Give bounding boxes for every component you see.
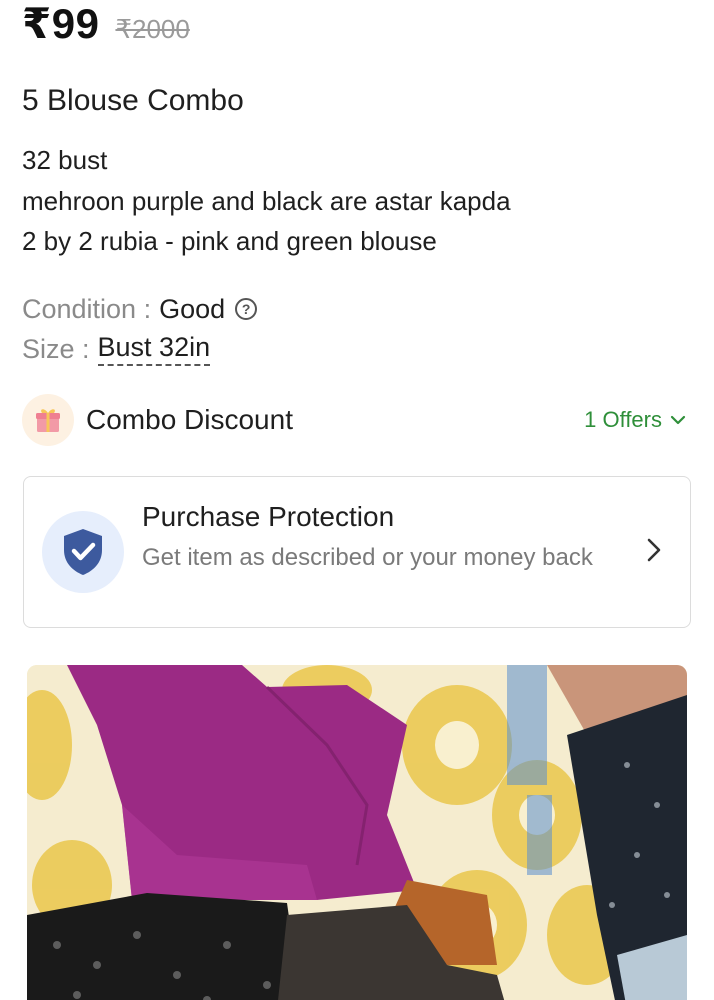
product-photo[interactable] <box>27 665 687 1000</box>
current-price: ₹99 <box>22 0 100 47</box>
description-line: 32 bust <box>22 145 108 175</box>
condition-row: Condition : Good ? <box>22 291 258 327</box>
condition-label: Condition : <box>22 294 152 324</box>
original-price: ₹2000 <box>115 14 190 44</box>
product-image <box>27 665 687 1000</box>
combo-discount-row[interactable]: Combo Discount 1 Offers <box>22 393 692 447</box>
protection-subtitle: Get item as described or your money back <box>142 544 593 571</box>
description-line: mehroon purple and black are astar kapda <box>22 185 511 216</box>
size-row: Size : Bust 32in <box>22 331 211 367</box>
help-icon[interactable]: ? <box>235 298 258 320</box>
offers-toggle[interactable]: 1 Offers <box>584 407 686 433</box>
condition-value: Good <box>159 294 226 324</box>
purchase-protection-card[interactable]: Purchase Protection Get item as describe… <box>23 476 691 628</box>
gift-icon <box>22 394 74 446</box>
size-value-link[interactable]: Bust 32in <box>97 332 211 366</box>
chevron-down-icon <box>670 415 686 425</box>
product-title: 5 Blouse Combo <box>22 84 244 117</box>
protection-title: Purchase Protection <box>142 501 395 532</box>
chevron-right-icon <box>647 538 661 562</box>
price-row: ₹99 ₹2000 <box>22 0 190 50</box>
shield-check-icon <box>42 511 124 593</box>
combo-discount-label: Combo Discount <box>86 404 293 435</box>
offers-label: 1 Offers <box>584 407 662 432</box>
size-label: Size : <box>22 334 90 364</box>
product-description: 32 bust mehroon purple and black are ast… <box>22 140 682 262</box>
description-line: 2 by 2 rubia - pink and green blouse <box>22 226 437 256</box>
